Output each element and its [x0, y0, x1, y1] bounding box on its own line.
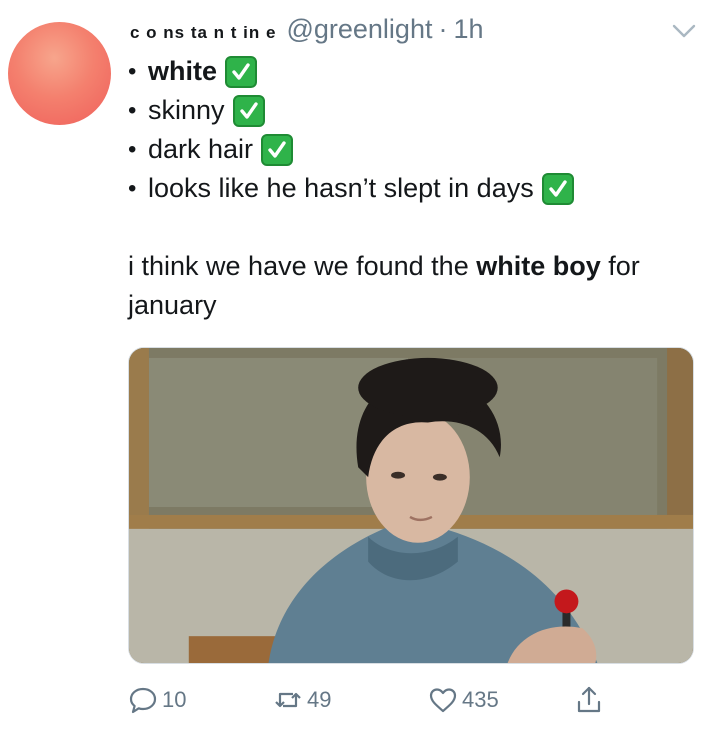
tweet-header: c o ns ta n t in e @greenlight · 1h — [130, 14, 484, 50]
bullet-text: white — [148, 56, 218, 86]
tweet-actions: 10 49 435 — [128, 685, 698, 725]
retweet-count: 49 — [307, 687, 332, 712]
paragraph-text: i think we have we found the — [128, 251, 477, 281]
share-button[interactable] — [574, 685, 608, 715]
reply-count: 10 — [162, 687, 187, 712]
retweet-button[interactable]: 49 — [273, 685, 331, 715]
like-button[interactable]: 435 — [428, 685, 499, 715]
tweet-paragraph: i think we have we found the white boy f… — [128, 247, 698, 325]
bullet-list: • white • skinny • dark hair • looks lik… — [128, 52, 698, 208]
chevron-down-icon[interactable] — [670, 20, 698, 42]
tweet-image[interactable] — [128, 347, 694, 664]
reply-button[interactable]: 10 — [128, 685, 186, 715]
display-name[interactable]: c o ns ta n t in e — [130, 23, 276, 43]
paragraph-bold-text: white boy — [476, 251, 601, 281]
reply-icon — [129, 687, 157, 714]
white-heavy-check-mark-icon — [261, 133, 294, 166]
retweet-icon — [275, 692, 301, 708]
list-item: • dark hair — [128, 130, 698, 169]
like-count: 435 — [462, 687, 499, 712]
heart-icon — [429, 688, 457, 713]
bullet-text: skinny — [148, 95, 225, 125]
white-heavy-check-mark-icon — [541, 172, 574, 205]
bullet-text: dark hair — [148, 134, 254, 164]
white-heavy-check-mark-icon — [232, 94, 265, 127]
separator: · — [438, 14, 448, 44]
avatar[interactable] — [8, 22, 111, 125]
list-item: • looks like he hasn’t slept in days — [128, 169, 698, 208]
bullet-text: looks like he hasn’t slept in days — [148, 173, 534, 203]
user-handle[interactable]: @greenlight — [286, 14, 432, 45]
timestamp[interactable]: 1h — [453, 14, 483, 45]
tweet-text: • white • skinny • dark hair • looks lik… — [128, 52, 698, 325]
share-icon — [577, 686, 601, 713]
list-item: • skinny — [128, 91, 698, 130]
list-item: • white — [128, 52, 698, 91]
white-heavy-check-mark-icon — [225, 55, 258, 88]
